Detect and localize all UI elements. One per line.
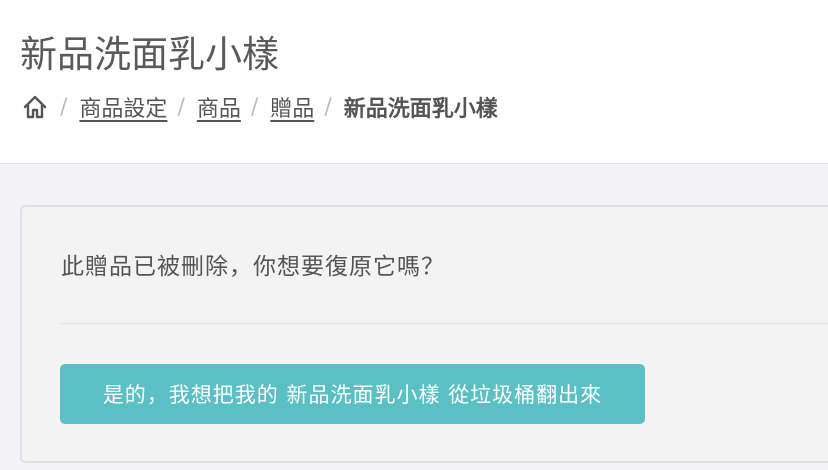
breadcrumb-current: 新品洗面乳小樣 [343,97,498,122]
page-header: 新品洗面乳小樣 / 商品設定 / 商品 / 贈品 / 新品洗面乳小樣 [0,0,828,164]
breadcrumb-separator: / [324,94,332,120]
page-title: 新品洗面乳小樣 [20,33,279,76]
breadcrumb-separator: / [60,94,68,120]
deleted-message: 此贈品已被刪除，你想要復原它嗎？ [61,254,445,280]
breadcrumb: / 商品設定 / 商品 / 贈品 / 新品洗面乳小樣 [20,88,498,126]
restore-button[interactable]: 是的，我想把我的 新品洗面乳小樣 從垃圾桶翻出來 [60,364,645,424]
breadcrumb-item-products[interactable]: 商品 [197,91,241,123]
breadcrumb-separator: / [250,94,259,120]
divider [61,323,828,324]
breadcrumb-item-product-settings[interactable]: 商品設定 [79,91,167,123]
breadcrumb-separator: / [177,94,185,120]
breadcrumb-item-gifts[interactable]: 贈品 [270,91,314,123]
home-icon[interactable] [20,92,50,122]
deleted-notice-panel: 此贈品已被刪除，你想要復原它嗎？ 是的，我想把我的 新品洗面乳小樣 從垃圾桶翻出… [20,205,828,463]
